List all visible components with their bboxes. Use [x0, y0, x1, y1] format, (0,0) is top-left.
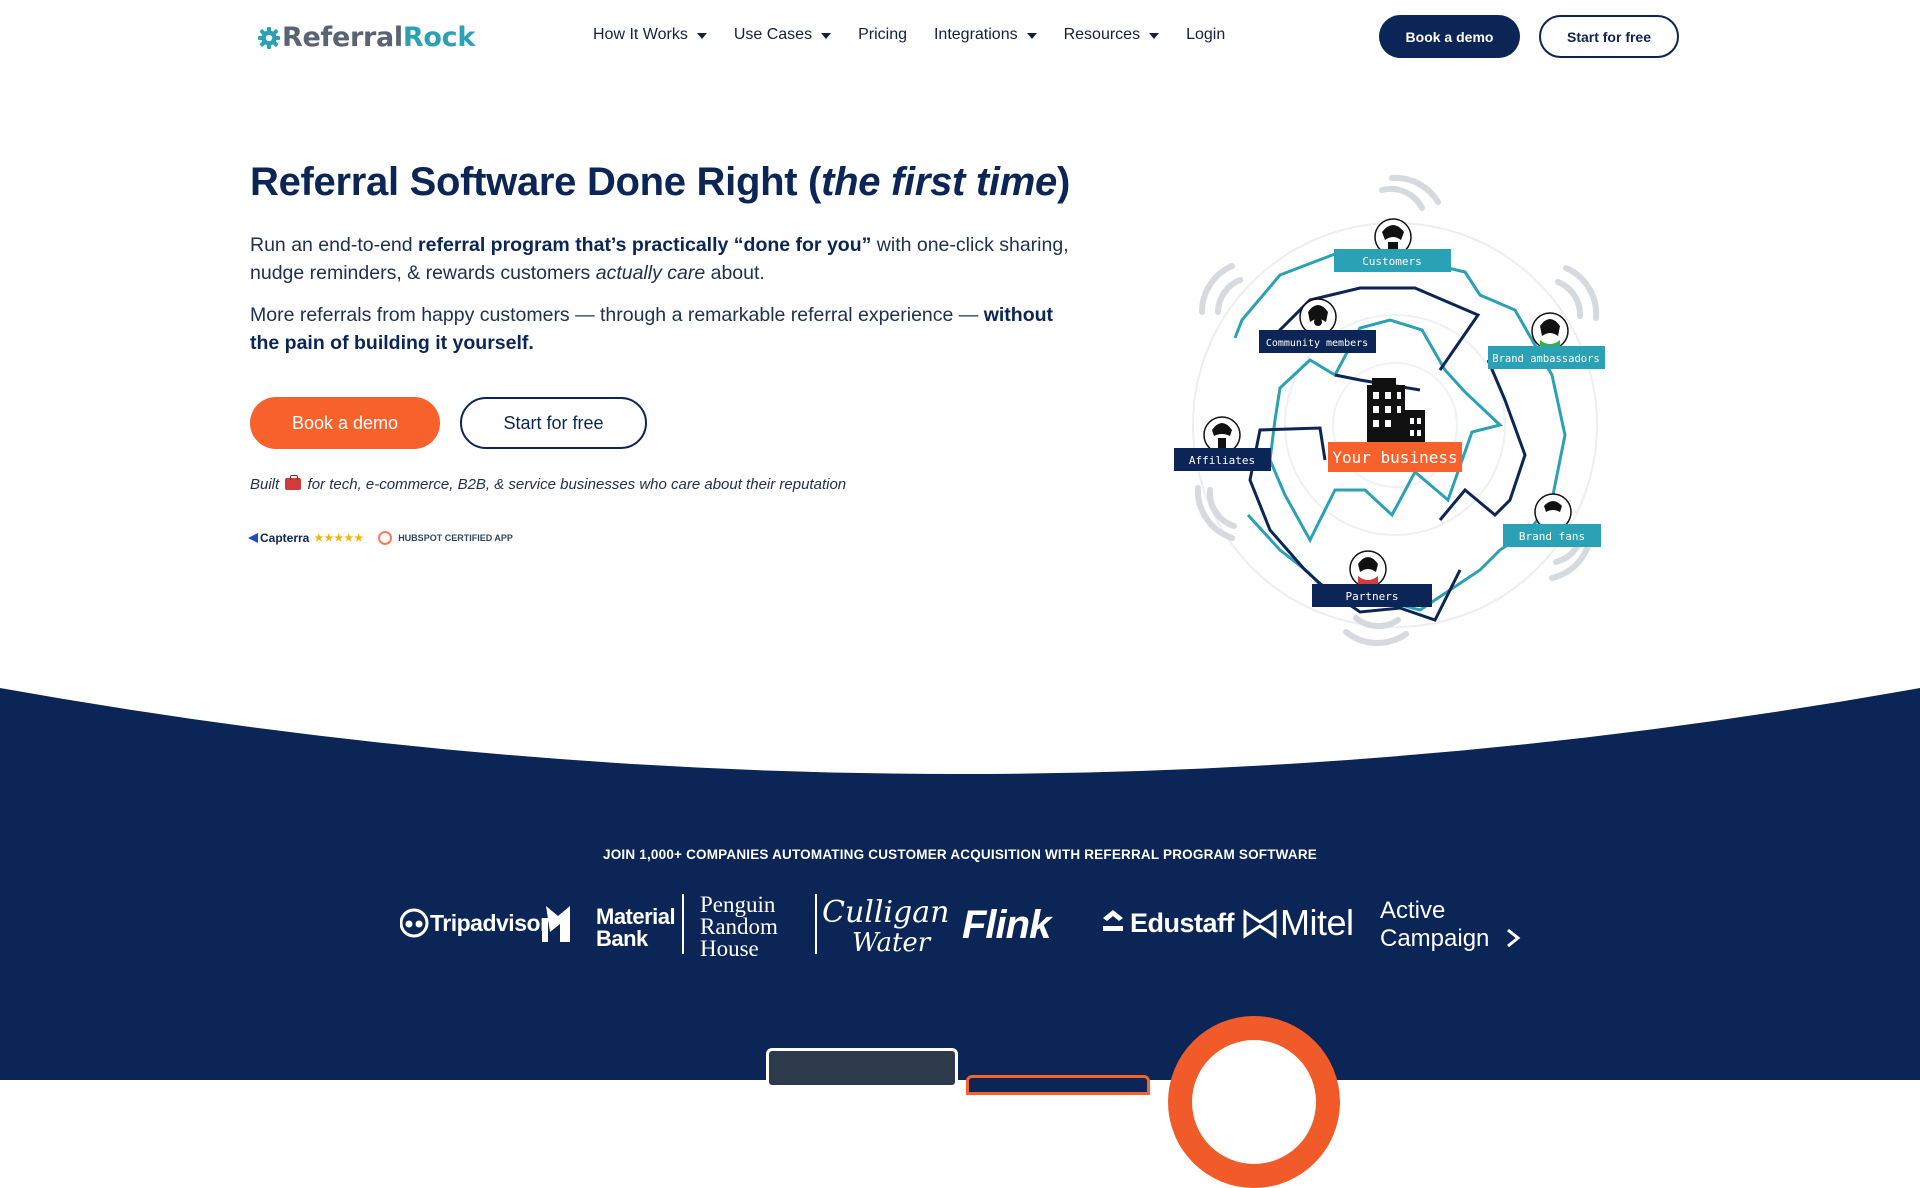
p1-text: about. — [705, 262, 765, 284]
logo-house: House — [700, 936, 759, 958]
hero-book-demo-button[interactable]: Book a demo — [250, 397, 440, 449]
capterra-badge[interactable]: Capterra ★★★★★ — [248, 531, 364, 545]
hero-title: Referral Software Done Right (the first … — [250, 160, 1070, 205]
logo-tripadvisor: Tripadvisor — [430, 910, 549, 936]
top-navigation: Referral Rock How It Works Use Cases Pric… — [0, 0, 1920, 74]
nav-label: Resources — [1063, 26, 1141, 43]
nav-item-login[interactable]: Login — [1186, 26, 1225, 44]
star-rating-icon: ★★★★★ — [314, 532, 365, 544]
hero-paragraph-1: Run an end-to-end referral program that’… — [250, 231, 1080, 287]
logo-edustaff: Edustaff — [1130, 908, 1236, 938]
hero-start-free-button[interactable]: Start for free — [460, 397, 647, 449]
gear-logo-icon — [258, 26, 280, 49]
caret-down-icon — [821, 32, 832, 39]
referralrock-logo[interactable]: Referral Rock — [258, 22, 475, 53]
hubspot-icon — [378, 531, 393, 545]
label-community-members: Community members — [1266, 338, 1368, 349]
nav-label: Integrations — [933, 26, 1018, 43]
capterra-arrow-icon — [248, 533, 258, 543]
nav-book-demo-button[interactable]: Book a demo — [1379, 15, 1520, 58]
social-proof-background — [0, 688, 1920, 1080]
label-customers: Customers — [1362, 255, 1422, 268]
hero-title-end: ) — [1056, 160, 1070, 204]
built-text: for tech, e-commerce, B2B, & service bus… — [307, 476, 847, 493]
logo-flink: Flink — [962, 903, 1053, 947]
award-seal-inner — [1192, 1040, 1316, 1164]
label-partners: Partners — [1346, 590, 1399, 603]
culligan-water-logo: Culligan Water — [822, 895, 949, 958]
material-bank-logo: Material Bank — [542, 904, 676, 951]
nav-label: How It Works — [593, 26, 688, 43]
nav-start-free-button[interactable]: Start for free — [1539, 15, 1679, 58]
mitel-logo: Mitel — [1243, 902, 1354, 943]
referral-network-illustration: Your business Customers Community member… — [1174, 174, 1605, 647]
nav-label: Login — [1186, 26, 1226, 43]
caret-down-icon — [696, 32, 707, 39]
logo-active: Active — [1380, 897, 1445, 924]
label-brand-fans: Brand fans — [1519, 530, 1585, 543]
nav-item-resources[interactable]: Resources — [1063, 26, 1160, 44]
tripadvisor-logo: Tripadvisor — [400, 908, 550, 938]
caret-down-icon — [1026, 32, 1037, 39]
logo-water: Water — [852, 928, 932, 958]
p1-italic: actually care — [595, 262, 706, 284]
nav-label: Pricing — [858, 26, 907, 43]
p1-text: Run an end-to-end — [250, 234, 419, 256]
label-brand-ambassadors: Brand ambassadors — [1492, 353, 1599, 365]
logo-bank: Bank — [596, 926, 649, 951]
logo-campaign: Campaign — [1380, 925, 1489, 952]
social-proof-heading: JOIN 1,000+ COMPANIES AUTOMATING CUSTOME… — [603, 847, 1317, 862]
hubspot-label: HUBSPOT CERTIFIED APP — [398, 533, 513, 543]
penguin-random-house-logo: Penguin Random House — [700, 892, 778, 958]
hero-title-italic: the first time — [821, 160, 1057, 204]
p2-text: More referrals from happy customers — th… — [250, 304, 984, 326]
award-badge-orange — [966, 1075, 1150, 1095]
hero-title-main: Referral Software Done Right ( — [250, 160, 822, 204]
logo-mitel: Mitel — [1280, 902, 1354, 943]
logo-culligan: Culligan — [822, 895, 949, 930]
capterra-label: Capterra — [260, 531, 310, 545]
briefcase-icon — [285, 475, 302, 490]
center-label: Your business — [1332, 448, 1457, 467]
built-text: Built — [250, 476, 280, 493]
nav-item-use-cases[interactable]: Use Cases — [733, 26, 832, 44]
p1-bold: referral program that’s practically “don… — [418, 234, 872, 256]
built-for-tagline: Built for tech, e-commerce, B2B, & servi… — [250, 475, 847, 493]
activecampaign-logo: Active Campaign — [1380, 897, 1521, 952]
trust-badges: Capterra ★★★★★ HUBSPOT CERTIFIED APP — [248, 531, 513, 545]
caret-down-icon — [1149, 32, 1160, 39]
nav-item-pricing[interactable]: Pricing — [858, 26, 907, 44]
nav-item-integrations[interactable]: Integrations — [934, 26, 1037, 44]
logo-text-rock: Rock — [402, 22, 475, 53]
getapp-badge — [766, 1048, 958, 1088]
nav-item-how-it-works[interactable]: How It Works — [593, 26, 707, 44]
nav-label: Use Cases — [733, 26, 813, 43]
customer-logos: Tripadvisor Material Bank Penguin Random… — [400, 892, 1521, 958]
label-affiliates: Affiliates — [1189, 454, 1255, 467]
main-menu: How It Works Use Cases Pricing Integrati… — [593, 26, 1252, 44]
edustaff-logo: Edustaff — [1103, 908, 1236, 938]
hubspot-badge[interactable]: HUBSPOT CERTIFIED APP — [378, 531, 513, 545]
hero-paragraph-2: More referrals from happy customers — th… — [250, 301, 1080, 357]
logo-text-referral: Referral — [282, 22, 403, 53]
